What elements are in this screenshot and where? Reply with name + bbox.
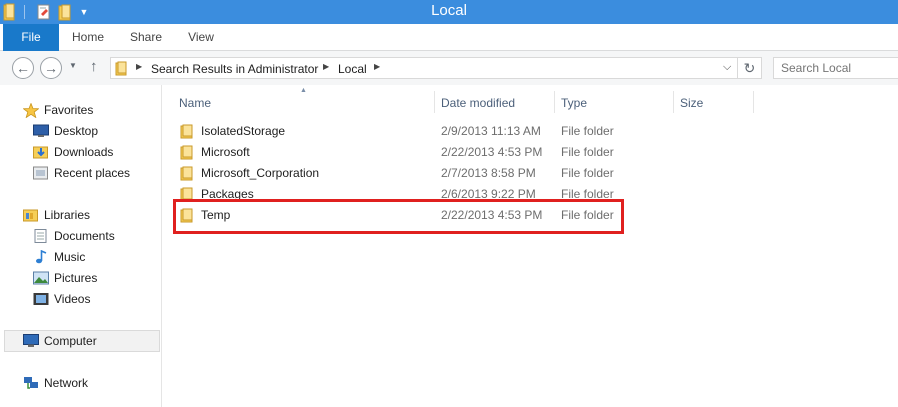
nav-label: Music bbox=[54, 250, 86, 264]
file-date-modified: 2/9/2013 11:13 AM bbox=[441, 124, 541, 138]
recent-places-icon bbox=[33, 166, 49, 180]
file-date-modified: 2/7/2013 8:58 PM bbox=[441, 166, 536, 180]
desktop-icon bbox=[33, 124, 49, 138]
column-header-size[interactable]: Size bbox=[680, 93, 703, 113]
chevron-right-icon[interactable]: ▶ bbox=[374, 62, 380, 71]
breadcrumb-local[interactable]: Local bbox=[338, 62, 367, 76]
tab-share[interactable]: Share bbox=[124, 24, 168, 51]
arrow-left-icon: ← bbox=[16, 60, 30, 76]
computer-icon bbox=[23, 334, 39, 348]
table-row[interactable]: Microsoft_Corporation 2/7/2013 8:58 PM F… bbox=[174, 163, 624, 184]
nav-label: Network bbox=[44, 376, 89, 390]
nav-label: Recent places bbox=[54, 166, 131, 180]
documents-icon bbox=[33, 229, 49, 243]
libraries-icon bbox=[23, 208, 39, 222]
address-bar[interactable]: ▶ Search Results in Administrator ▶ Loca… bbox=[110, 57, 738, 79]
file-date-modified: 2/22/2013 4:53 PM bbox=[441, 145, 543, 159]
music-note-icon bbox=[33, 249, 49, 264]
column-divider[interactable] bbox=[434, 91, 435, 113]
nav-label: Documents bbox=[54, 229, 115, 243]
sort-ascending-icon: ▲ bbox=[300, 87, 307, 94]
title-bar: ▼ Local bbox=[0, 0, 898, 24]
downloads-icon bbox=[33, 145, 49, 159]
folder-icon bbox=[115, 61, 129, 76]
file-type: File folder bbox=[561, 145, 614, 159]
recent-locations-icon[interactable]: ▼ bbox=[69, 61, 77, 70]
forward-button[interactable]: → bbox=[40, 57, 62, 79]
arrow-right-icon: → bbox=[44, 60, 58, 76]
column-divider[interactable] bbox=[673, 91, 674, 113]
column-header-date-modified[interactable]: Date modified bbox=[441, 93, 515, 113]
chevron-right-icon[interactable]: ▶ bbox=[323, 62, 329, 71]
file-name: Microsoft bbox=[201, 145, 250, 159]
up-button[interactable]: ↑ bbox=[90, 58, 98, 75]
column-divider[interactable] bbox=[753, 91, 754, 113]
nav-label: Favorites bbox=[44, 103, 94, 117]
nav-label: Pictures bbox=[54, 271, 98, 285]
tab-view[interactable]: View bbox=[181, 24, 221, 51]
table-row[interactable]: IsolatedStorage 2/9/2013 11:13 AM File f… bbox=[174, 121, 624, 142]
window-title: Local bbox=[431, 2, 467, 19]
file-name: IsolatedStorage bbox=[201, 124, 286, 138]
folder-icon bbox=[180, 124, 195, 139]
chevron-right-icon[interactable]: ▶ bbox=[136, 62, 142, 71]
column-header-name[interactable]: Name bbox=[179, 93, 211, 113]
column-divider[interactable] bbox=[554, 91, 555, 113]
file-type: File folder bbox=[561, 124, 614, 138]
nav-label: Libraries bbox=[44, 208, 91, 222]
address-dropdown-icon[interactable]: ⌵ bbox=[723, 61, 731, 74]
nav-label: Computer bbox=[44, 334, 97, 348]
file-type: File folder bbox=[561, 166, 614, 180]
tab-home[interactable]: Home bbox=[64, 24, 112, 51]
refresh-icon: ↻ bbox=[743, 60, 756, 76]
nav-label: Downloads bbox=[54, 145, 114, 159]
pictures-icon bbox=[33, 271, 49, 285]
column-header-type[interactable]: Type bbox=[561, 93, 587, 113]
table-row[interactable]: Microsoft 2/22/2013 4:53 PM File folder bbox=[174, 142, 624, 163]
highlight-annotation-box bbox=[173, 199, 624, 234]
network-icon bbox=[23, 376, 39, 390]
breadcrumb-search-results[interactable]: Search Results in Administrator bbox=[151, 62, 318, 76]
nav-label: Videos bbox=[54, 292, 91, 306]
back-button[interactable]: ← bbox=[12, 57, 34, 79]
nav-label: Desktop bbox=[54, 124, 99, 138]
navigation-pane: Favorites Desktop Downloads Recent place… bbox=[0, 85, 162, 407]
folder-icon bbox=[180, 145, 195, 160]
ribbon-tabs: File Home Share View bbox=[0, 24, 898, 51]
search-input[interactable] bbox=[773, 57, 898, 79]
folder-icon bbox=[180, 166, 195, 181]
videos-icon bbox=[33, 292, 49, 306]
refresh-button[interactable]: ↻ bbox=[738, 57, 762, 79]
address-row: ← → ▼ ↑ ▶ Search Results in Administrato… bbox=[0, 51, 898, 85]
star-icon bbox=[22, 102, 40, 119]
tab-file[interactable]: File bbox=[3, 24, 59, 51]
file-list: ▲ Name Date modified Type Size IsolatedS… bbox=[162, 85, 898, 407]
file-name: Microsoft_Corporation bbox=[201, 166, 320, 180]
